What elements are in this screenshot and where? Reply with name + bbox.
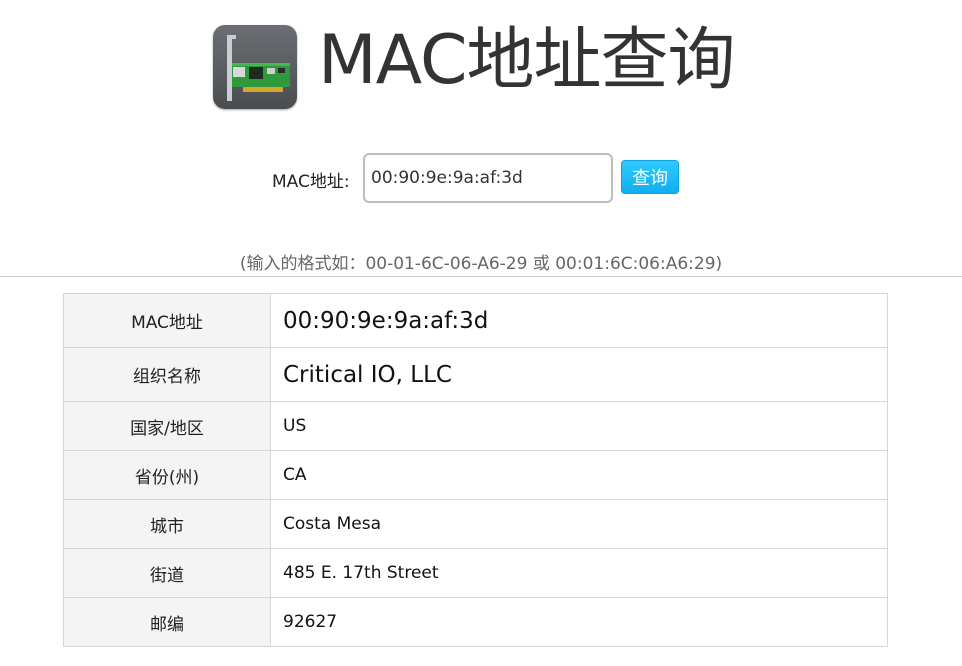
table-row: 国家/地区 US bbox=[63, 401, 888, 451]
network-card-icon bbox=[213, 25, 297, 109]
row-label: MAC地址 bbox=[63, 293, 271, 348]
row-value: 92627 bbox=[270, 597, 888, 647]
divider bbox=[0, 276, 962, 277]
row-value: 485 E. 17th Street bbox=[270, 548, 888, 598]
format-hint: (输入的格式如：00-01-6C-06-A6-29 或 00:01:6C:06:… bbox=[239, 254, 723, 274]
mac-address-input[interactable] bbox=[363, 153, 613, 203]
row-label: 城市 bbox=[63, 499, 271, 549]
result-table: MAC地址 00:90:9e:9a:af:3d 组织名称 Critical IO… bbox=[63, 293, 888, 647]
row-label: 街道 bbox=[63, 548, 271, 598]
row-label: 邮编 bbox=[63, 597, 271, 647]
table-row: 街道 485 E. 17th Street bbox=[63, 548, 888, 598]
table-row: 省份(州) CA bbox=[63, 450, 888, 500]
search-form: MAC地址: 查询 bbox=[0, 153, 962, 205]
row-value: Costa Mesa bbox=[270, 499, 888, 549]
row-label: 组织名称 bbox=[63, 347, 271, 402]
table-row: MAC地址 00:90:9e:9a:af:3d bbox=[63, 293, 888, 348]
row-value: 00:90:9e:9a:af:3d bbox=[270, 293, 888, 348]
row-value: CA bbox=[270, 450, 888, 500]
page-title: MAC地址查询 bbox=[318, 21, 735, 100]
row-value: Critical IO, LLC bbox=[270, 347, 888, 402]
table-row: 邮编 92627 bbox=[63, 597, 888, 647]
query-button[interactable]: 查询 bbox=[621, 160, 679, 194]
row-value: US bbox=[270, 401, 888, 451]
row-label: 国家/地区 bbox=[63, 401, 271, 451]
header: MAC地址查询 bbox=[0, 0, 962, 120]
table-row: 城市 Costa Mesa bbox=[63, 499, 888, 549]
table-row: 组织名称 Critical IO, LLC bbox=[63, 347, 888, 402]
mac-input-label: MAC地址: bbox=[272, 172, 350, 192]
page: MAC地址查询 MAC地址: 查询 (输入的格式如：00-01-6C-06-A6… bbox=[0, 0, 962, 666]
row-label: 省份(州) bbox=[63, 450, 271, 500]
